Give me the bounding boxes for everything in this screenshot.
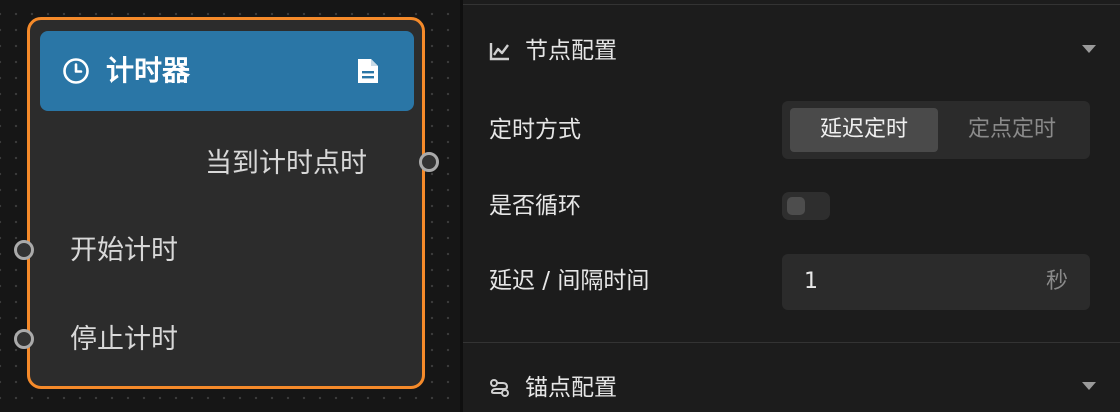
anchor-config-icon: [490, 379, 509, 397]
node-title: 计时器: [106, 54, 191, 87]
input-port-handle-stop[interactable]: [14, 329, 34, 349]
interval-input[interactable]: 1 秒: [782, 254, 1090, 310]
config-panel: 节点配置 定时方式 延迟定时 定点定时 是否循环 延迟 / 间隔时间 1 秒 锚…: [463, 0, 1120, 412]
loop-toggle[interactable]: [782, 192, 830, 220]
output-port-handle[interactable]: [419, 152, 439, 172]
interval-unit: 秒: [1045, 269, 1068, 294]
input-port-label-start: 开始计时: [70, 235, 178, 266]
node-config-header[interactable]: 节点配置: [463, 31, 1120, 71]
chart-config-icon: [489, 43, 509, 61]
input-port-label-stop: 停止计时: [70, 324, 178, 355]
chevron-down-icon[interactable]: [1082, 45, 1096, 53]
timer-mode-label: 定时方式: [489, 117, 581, 143]
interval-value[interactable]: 1: [804, 264, 818, 300]
loop-label: 是否循环: [489, 193, 581, 219]
document-icon[interactable]: [356, 57, 380, 85]
flow-canvas[interactable]: 计时器 当到计时点时 开始计时 停止计时: [0, 0, 460, 412]
anchor-config-header[interactable]: 锚点配置: [463, 368, 1120, 408]
timer-mode-delay[interactable]: 延迟定时: [790, 108, 938, 152]
output-port-label: 当到计时点时: [205, 148, 367, 179]
toggle-knob: [787, 197, 805, 215]
input-port-handle-start[interactable]: [14, 240, 34, 260]
node-config-title: 节点配置: [525, 38, 617, 64]
timer-mode-segmented: 延迟定时 定点定时: [782, 101, 1090, 159]
timer-node[interactable]: 计时器 当到计时点时 开始计时 停止计时: [27, 17, 425, 389]
chevron-down-icon[interactable]: [1082, 382, 1096, 390]
clock-icon: [63, 58, 89, 84]
interval-label: 延迟 / 间隔时间: [489, 268, 650, 294]
anchor-config-title: 锚点配置: [525, 375, 617, 401]
section-divider: [463, 342, 1120, 343]
panel-top-border: [463, 4, 1120, 5]
timer-mode-fixed[interactable]: 定点定时: [938, 108, 1086, 152]
node-header[interactable]: 计时器: [40, 31, 414, 111]
